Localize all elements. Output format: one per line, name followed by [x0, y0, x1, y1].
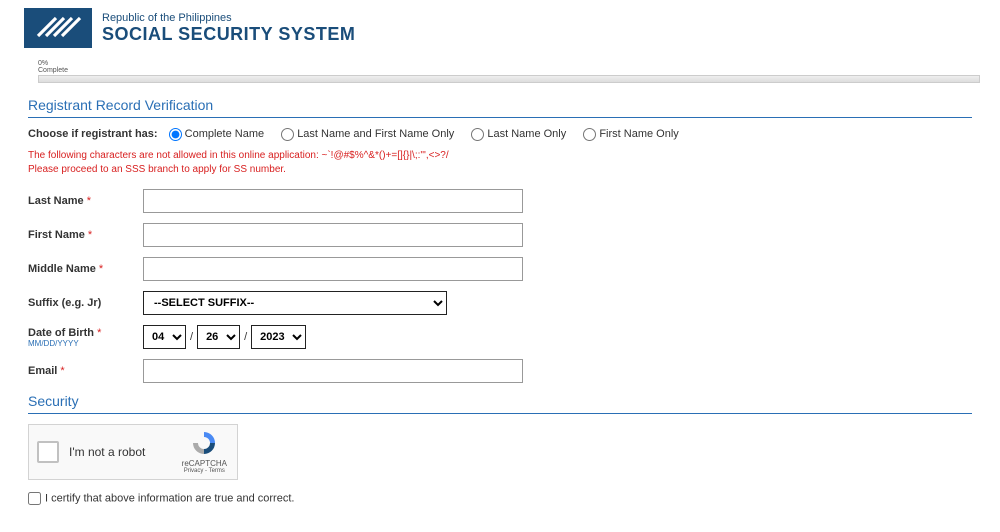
dob-month-select[interactable]: 04 [143, 325, 186, 349]
section-title-verification: Registrant Record Verification [28, 97, 972, 118]
recaptcha-checkbox[interactable] [37, 441, 59, 463]
firstname-label: First Name * [28, 229, 143, 241]
certify-row: I certify that above information are tru… [28, 492, 972, 505]
middlename-label: Middle Name * [28, 263, 143, 275]
dob-year-select[interactable]: 2023 [251, 325, 306, 349]
page-header: Republic of the Philippines SOCIAL SECUR… [0, 0, 1000, 56]
header-subtitle: Republic of the Philippines [102, 12, 355, 24]
certify-text: I certify that above information are tru… [45, 492, 294, 504]
lastname-label: Last Name * [28, 195, 143, 207]
firstname-input[interactable] [143, 223, 523, 247]
progress-indicator: 0% Complete [38, 60, 980, 83]
progress-percent: 0% [38, 60, 48, 67]
header-title: SOCIAL SECURITY SYSTEM [102, 24, 355, 45]
radio-last-first-label[interactable]: Last Name and First Name Only [281, 128, 454, 140]
dob-day-select[interactable]: 26 [197, 325, 240, 349]
radio-last-only-label[interactable]: Last Name Only [471, 128, 566, 140]
radio-last-first[interactable] [281, 128, 294, 141]
radio-complete-name[interactable] [169, 128, 182, 141]
dob-format: MM/DD/YYYY [28, 339, 143, 348]
progress-bar [38, 75, 980, 83]
dob-label: Date of Birth *MM/DD/YYYY [28, 327, 143, 348]
suffix-label: Suffix (e.g. Jr) [28, 297, 143, 309]
progress-label: Complete [38, 67, 68, 74]
suffix-select[interactable]: --SELECT SUFFIX-- [143, 291, 447, 315]
registrant-choice-row: Choose if registrant has: Complete Name … [28, 128, 972, 141]
warning-text: The following characters are not allowed… [28, 149, 972, 177]
section-title-security: Security [28, 393, 972, 414]
certify-checkbox[interactable] [28, 492, 41, 505]
email-label: Email * [28, 365, 143, 377]
email-input[interactable] [143, 359, 523, 383]
recaptcha-brand: reCAPTCHA Privacy - Terms [182, 430, 227, 474]
recaptcha-icon [191, 430, 217, 456]
radio-complete-name-label[interactable]: Complete Name [169, 128, 264, 140]
sss-logo [24, 8, 92, 48]
middlename-input[interactable] [143, 257, 523, 281]
warning-line2: Please proceed to an SSS branch to apply… [28, 163, 972, 177]
recaptcha-widget[interactable]: I'm not a robot reCAPTCHA Privacy - Term… [28, 424, 238, 480]
lastname-input[interactable] [143, 189, 523, 213]
recaptcha-text: I'm not a robot [69, 445, 182, 459]
choice-prompt: Choose if registrant has: [28, 128, 158, 140]
radio-first-only[interactable] [583, 128, 596, 141]
radio-first-only-label[interactable]: First Name Only [583, 128, 678, 140]
radio-last-only[interactable] [471, 128, 484, 141]
warning-line1: The following characters are not allowed… [28, 149, 972, 163]
